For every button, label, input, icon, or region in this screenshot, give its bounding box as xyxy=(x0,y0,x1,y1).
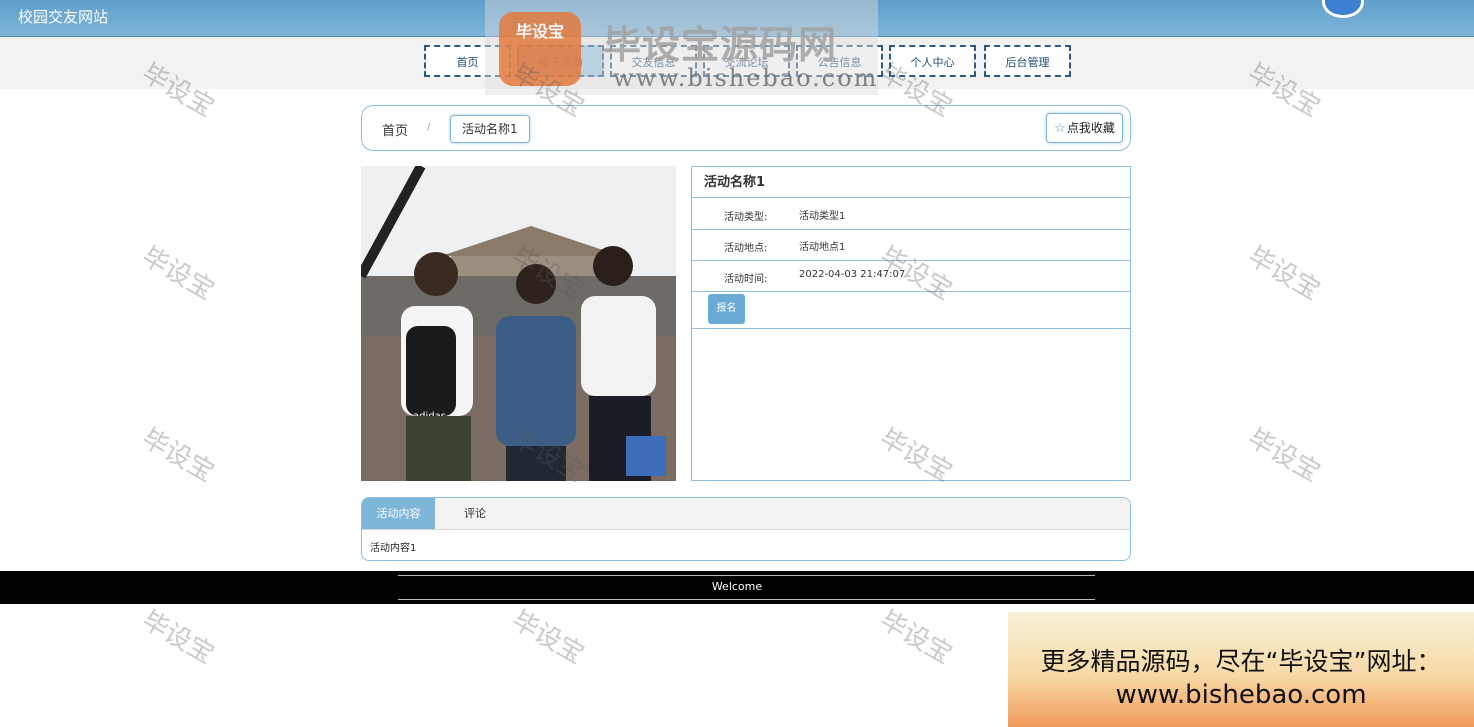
signup-row: 报名 xyxy=(692,291,1130,329)
favorite-label: 点我收藏 xyxy=(1066,121,1115,135)
footer-text: Welcome xyxy=(711,580,763,593)
breadcrumb: 首页 / 活动名称1 ☆点我收藏 xyxy=(361,105,1131,151)
detail-key: 活动类型: xyxy=(724,212,768,223)
watermark-text: 毕设宝 xyxy=(506,605,590,671)
watermark-text: 毕设宝 xyxy=(136,605,220,671)
nav-item-profile[interactable]: 个人中心 xyxy=(889,45,976,77)
breadcrumb-separator: / xyxy=(427,122,431,133)
star-outline-icon: ☆ xyxy=(1054,121,1066,136)
watermark-text: 毕设宝 xyxy=(136,423,220,489)
detail-value: 活动地点1 xyxy=(799,242,846,253)
activity-photo-image: adidas xyxy=(361,166,676,481)
user-avatar[interactable] xyxy=(1322,0,1364,18)
watermark-logo-badge: 毕设宝 xyxy=(499,12,581,86)
breadcrumb-home[interactable]: 首页 xyxy=(382,120,408,139)
watermark-text: 毕设宝 xyxy=(1242,241,1326,307)
detail-value: 活动类型1 xyxy=(799,211,846,222)
watermark-logo-title: 毕设宝源码网 xyxy=(603,23,838,67)
footer-divider xyxy=(398,575,1095,576)
activity-title: 活动名称1 xyxy=(692,167,1130,198)
detail-key: 活动时间: xyxy=(724,274,768,285)
ad-line-2: www.bishebao.com xyxy=(1115,680,1367,710)
nav-item-admin[interactable]: 后台管理 xyxy=(984,45,1071,77)
tab-activity-content[interactable]: 活动内容 xyxy=(362,498,435,529)
site-title[interactable]: 校园交友网站 xyxy=(18,6,108,27)
watermark-logo: 毕设宝 毕设宝源码网 www.bishebao.com xyxy=(485,0,878,95)
tab-comments[interactable]: 评论 xyxy=(450,498,500,529)
footer-divider xyxy=(398,599,1095,600)
watermark-text: 毕设宝 xyxy=(136,241,220,307)
tab-content: 活动内容1 xyxy=(370,543,417,554)
detail-value: 2022-04-03 21:47:07 xyxy=(799,269,906,280)
watermark-logo-url: www.bishebao.com xyxy=(613,64,879,92)
detail-row-location: 活动地点: 活动地点1 xyxy=(692,229,1130,261)
watermark-text: 毕设宝 xyxy=(874,605,958,671)
footer: Welcome xyxy=(0,571,1474,604)
favorite-button[interactable]: ☆点我收藏 xyxy=(1046,113,1123,143)
detail-key: 活动地点: xyxy=(724,243,768,254)
detail-row-time: 活动时间: 2022-04-03 21:47:07 xyxy=(692,260,1130,292)
activity-photo: adidas xyxy=(361,166,676,481)
activity-detail-card: 活动名称1 活动类型: 活动类型1 活动地点: 活动地点1 活动时间: 2022… xyxy=(691,166,1131,481)
detail-row-type: 活动类型: 活动类型1 xyxy=(692,198,1130,230)
signup-button[interactable]: 报名 xyxy=(708,294,745,324)
watermark-text: 毕设宝 xyxy=(1242,423,1326,489)
ad-line-1: 更多精品源码，尽在“毕设宝”网址： xyxy=(1040,647,1442,676)
tab-bar: 活动内容 评论 xyxy=(362,498,1130,530)
activity-tabs: 活动内容 评论 活动内容1 xyxy=(361,497,1131,561)
ad-banner[interactable]: 更多精品源码，尽在“毕设宝”网址： www.bishebao.com xyxy=(1008,612,1474,727)
breadcrumb-current: 活动名称1 xyxy=(450,115,530,143)
